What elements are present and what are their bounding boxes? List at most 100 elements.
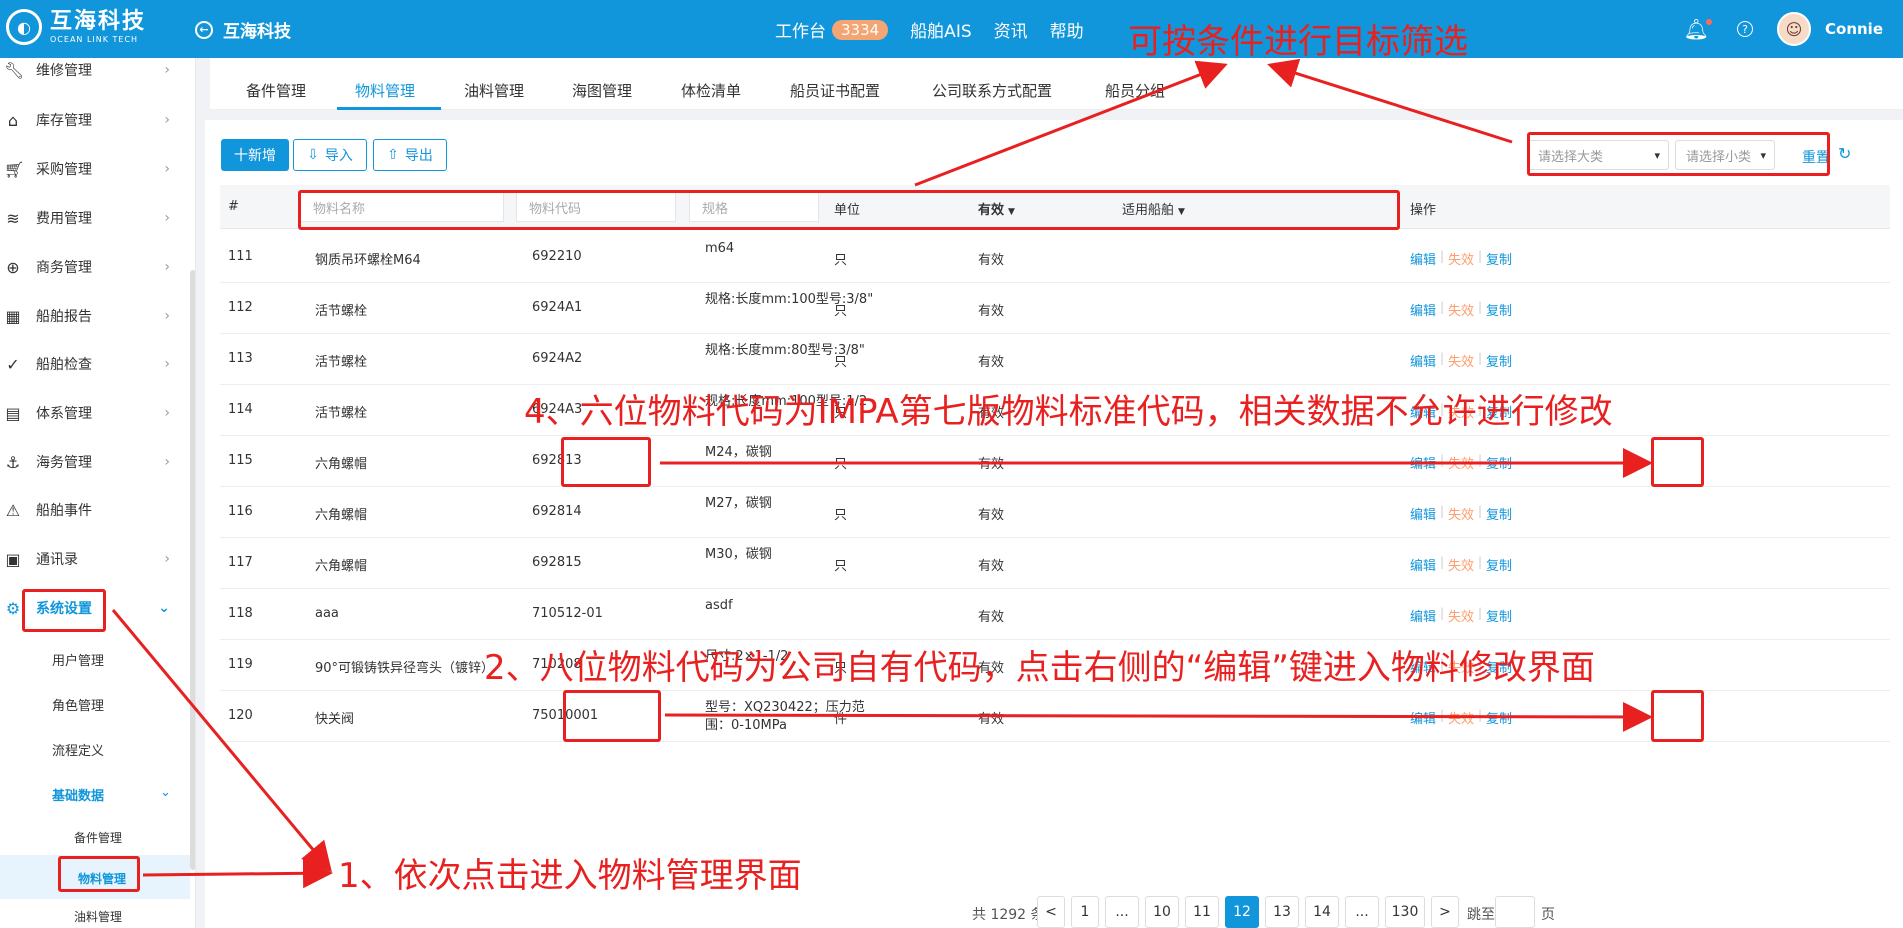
page-button[interactable]: 130 — [1385, 896, 1425, 928]
table-row[interactable]: 113 活节螺栓 6924A2 规格:长度mm:80型号:3/8" 只有效 编辑 失效 复制 |… — [220, 334, 1890, 385]
page-button[interactable]: 14 — [1305, 896, 1339, 928]
edit-button[interactable]: 编辑 — [1410, 300, 1436, 319]
sidebar-sub-oil[interactable]: 油料管理 — [74, 908, 122, 925]
sidebar-item-maintenance[interactable]: 🔧︎ 维修管理 › — [0, 58, 190, 90]
copy-button[interactable]: 复制 — [1486, 249, 1512, 268]
page-button[interactable]: 10 — [1145, 896, 1179, 928]
tab-oil[interactable]: 油料管理 — [464, 80, 524, 101]
bell-icon[interactable]: 🔔︎ — [1684, 17, 1712, 41]
username[interactable]: Connie — [1825, 20, 1883, 38]
sidebar-item-business[interactable]: ⊕ 商务管理 › — [0, 247, 190, 287]
sidebar-item-inventory[interactable]: ⌂ 库存管理 › — [0, 100, 190, 140]
copy-button[interactable]: 复制 — [1486, 300, 1512, 319]
disable-button[interactable]: 失效 — [1448, 708, 1474, 727]
tab-crew-groups[interactable]: 船员分组 — [1105, 80, 1165, 101]
sidebar-scrollbar[interactable] — [190, 270, 195, 870]
edit-button[interactable]: 编辑 — [1410, 504, 1436, 523]
action-separator: | — [1478, 351, 1483, 365]
copy-button[interactable]: 复制 — [1486, 708, 1512, 727]
materials-highlight — [58, 856, 140, 892]
sidebar-item-ship-report[interactable]: ▦ 船舶报告 › — [0, 296, 190, 336]
copy-button[interactable]: 复制 — [1486, 453, 1512, 472]
chevron-right-icon: › — [164, 210, 170, 226]
brand-name: 互海科技 — [50, 8, 147, 34]
export-label: 导出 — [404, 148, 433, 164]
copy-button[interactable]: 复制 — [1486, 606, 1512, 625]
edit-button[interactable]: 编辑 — [1410, 249, 1436, 268]
wrench-icon: 🔧︎ — [4, 60, 25, 80]
edit-button[interactable]: 编辑 — [1410, 708, 1436, 727]
page-button[interactable]: 1 — [1071, 896, 1099, 928]
chevron-right-icon: › — [164, 551, 170, 567]
tab-spareparts[interactable]: 备件管理 — [246, 80, 306, 101]
table-row[interactable]: 118 aaa 710512-01 asdf 有效 编辑 失效 复制 | | — [220, 589, 1890, 640]
chevron-right-icon: › — [164, 405, 170, 421]
edit-button[interactable]: 编辑 — [1410, 453, 1436, 472]
disable-button[interactable]: 失效 — [1448, 606, 1474, 625]
back-button[interactable]: ← 互海科技 — [195, 17, 291, 42]
table-row[interactable]: 120 快关阀 75010001 型号：XQ230422；压力范围：0-10MPa 件有… — [220, 691, 1890, 742]
disable-button[interactable]: 失效 — [1448, 555, 1474, 574]
nav-ais[interactable]: 船舶AIS — [910, 17, 971, 42]
help-icon[interactable]: ? — [1737, 21, 1753, 37]
nav-news[interactable]: 资讯 — [994, 17, 1028, 42]
edit-button[interactable]: 编辑 — [1410, 555, 1436, 574]
sidebar-item-system-mgmt[interactable]: ▤ 体系管理 › — [0, 393, 190, 433]
material-name: 六角螺帽 — [315, 508, 368, 523]
row-index: 112 — [228, 300, 253, 315]
sidebar-sub-users[interactable]: 用户管理 — [52, 650, 104, 669]
material-spec: 规格:长度mm:80型号:3/8" — [705, 343, 865, 358]
sidebar-item-purchase[interactable]: 🛒︎ 采购管理 › — [0, 149, 190, 189]
jump-page-input[interactable] — [1495, 896, 1535, 928]
sidebar-sub-workflow[interactable]: 流程定义 — [52, 740, 104, 759]
tab-charts[interactable]: 海图管理 — [572, 80, 632, 101]
sidebar-item-contacts[interactable]: ▣ 通讯录 › — [0, 539, 190, 579]
tab-checklist[interactable]: 体检清单 — [681, 80, 741, 101]
tab-certificates[interactable]: 船员证书配置 — [790, 80, 880, 101]
sidebar-item-ship-inspection[interactable]: ✓ 船舶检查 › — [0, 344, 190, 384]
add-button[interactable]: 十新增 — [221, 139, 289, 171]
calendar-icon: ▦ — [5, 306, 21, 326]
action-separator: | — [1478, 606, 1483, 620]
disable-button[interactable]: 失效 — [1448, 504, 1474, 523]
page-button[interactable]: 11 — [1185, 896, 1219, 928]
disable-button[interactable]: 失效 — [1448, 453, 1474, 472]
copy-button[interactable]: 复制 — [1486, 351, 1512, 370]
page-button[interactable]: 13 — [1265, 896, 1299, 928]
export-button[interactable]: ⇧ 导出 — [373, 139, 447, 171]
table-row[interactable]: 112 活节螺栓 6924A1 规格:长度mm:100型号:3/8" 只 有效 编辑 失效 复制… — [220, 283, 1890, 334]
edit-button[interactable]: 编辑 — [1410, 351, 1436, 370]
brand-logo[interactable]: ◐ 互海科技 OCEAN LINK TECH — [6, 9, 146, 45]
page-ellipsis[interactable]: ... — [1345, 896, 1379, 928]
tab-materials[interactable]: 物料管理 — [355, 80, 415, 101]
material-code: 710512-01 — [532, 606, 603, 621]
sidebar-item-marine[interactable]: ⚓︎ 海务管理 › — [0, 442, 190, 482]
copy-button[interactable]: 复制 — [1486, 555, 1512, 574]
sidebar-sub-spareparts[interactable]: 备件管理 — [74, 829, 122, 846]
brand-subtitle: OCEAN LINK TECH — [50, 34, 139, 44]
nav-help[interactable]: 帮助 — [1050, 17, 1084, 42]
table-row[interactable]: 111 钢质吊环螺栓M64 692210 m64 只有效 编辑 失效 复制 | | — [220, 232, 1890, 283]
sidebar-item-ship-event[interactable]: ⚠︎ 船舶事件 — [0, 490, 190, 530]
disable-button[interactable]: 失效 — [1448, 351, 1474, 370]
import-button[interactable]: ⇩ 导入 — [293, 139, 367, 171]
table-row[interactable]: 117 六角螺帽 692815 M30，碳钢只有效 编辑 失效 复制 | | — [220, 538, 1890, 589]
tab-contacts[interactable]: 公司联系方式配置 — [932, 80, 1052, 101]
warehouse-icon: ⌂ — [7, 110, 19, 130]
disable-button[interactable]: 失效 — [1448, 249, 1474, 268]
sidebar-item-expense[interactable]: ≋ 费用管理 › — [0, 198, 190, 238]
edit-button[interactable]: 编辑 — [1410, 606, 1436, 625]
copy-button[interactable]: 复制 — [1486, 504, 1512, 523]
refresh-icon[interactable]: ↻ — [1838, 144, 1851, 163]
sidebar-sub-roles[interactable]: 角色管理 — [52, 695, 104, 714]
current-page-button[interactable]: 12 — [1225, 896, 1259, 928]
disable-button[interactable]: 失效 — [1448, 300, 1474, 319]
table-row[interactable]: 115 六角螺帽 692813 M24，碳钢只有效 编辑 失效 复制 | | — [220, 436, 1890, 487]
table-row[interactable]: 116 六角螺帽 692814 M27，碳钢只有效 编辑 失效 复制 | | — [220, 487, 1890, 538]
nav-workbench[interactable]: 工作台 3334 — [775, 17, 889, 42]
page-ellipsis[interactable]: ... — [1105, 896, 1139, 928]
prev-page-button[interactable]: < — [1037, 896, 1065, 928]
sidebar-sub-basic-data[interactable]: 基础数据 — [52, 785, 104, 804]
next-page-button[interactable]: > — [1431, 896, 1459, 928]
avatar[interactable]: ☺ — [1777, 12, 1811, 46]
